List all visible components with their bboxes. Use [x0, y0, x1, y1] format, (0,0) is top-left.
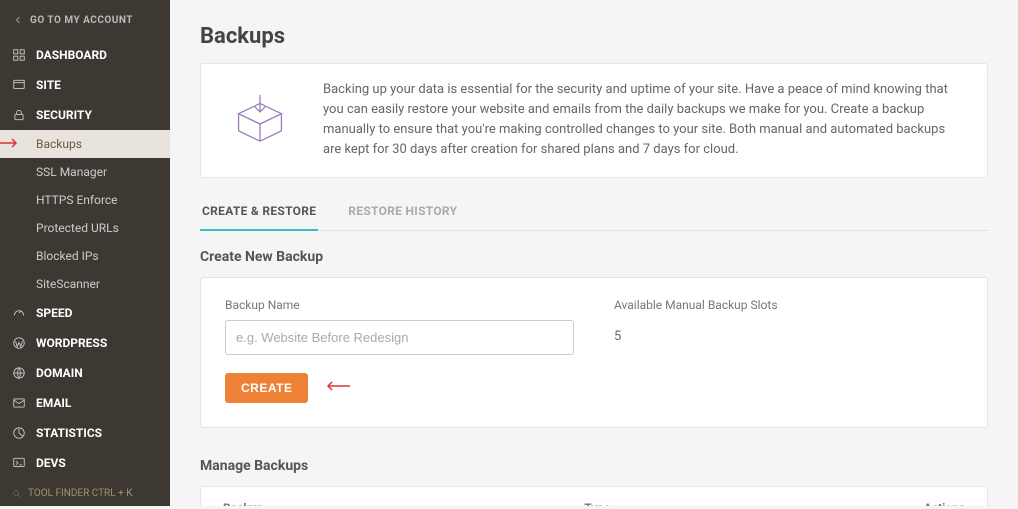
- nav-speed[interactable]: SPEED: [0, 298, 170, 328]
- subnav-label: HTTPS Enforce: [36, 193, 118, 207]
- intro-card: Backing up your data is essential for th…: [200, 63, 988, 178]
- intro-text: Backing up your data is essential for th…: [323, 80, 963, 161]
- nav-label: SECURITY: [36, 108, 92, 122]
- nav-domain[interactable]: DOMAIN: [0, 358, 170, 388]
- nav-devs[interactable]: DEVS: [0, 448, 170, 478]
- subnav-label: SSL Manager: [36, 165, 107, 179]
- subnav-label: Backups: [36, 137, 82, 151]
- tool-finder[interactable]: TOOL FINDER CTRL + K: [0, 478, 170, 509]
- nav-label: DASHBOARD: [36, 48, 107, 62]
- backup-name-label: Backup Name: [225, 298, 574, 312]
- nav-dashboard[interactable]: DASHBOARD: [0, 40, 170, 70]
- callout-arrow-icon: [320, 380, 350, 396]
- mail-icon: [12, 396, 26, 410]
- nav-label: STATISTICS: [36, 426, 102, 440]
- tabs: CREATE & RESTORE RESTORE HISTORY: [200, 194, 988, 231]
- subnav-protected-urls[interactable]: Protected URLs: [0, 214, 170, 242]
- nav-label: SPEED: [36, 306, 72, 320]
- lock-icon: [12, 108, 26, 122]
- subnav-sitescanner[interactable]: SiteScanner: [0, 270, 170, 298]
- dashboard-icon: [12, 48, 26, 62]
- create-button-label: CREATE: [241, 381, 292, 395]
- nav-statistics[interactable]: STATISTICS: [0, 418, 170, 448]
- gauge-icon: [12, 306, 26, 320]
- backups-table: Backup Type Actions 02/09/2020 NaN:16 Sy…: [200, 486, 988, 506]
- nav-label: EMAIL: [36, 396, 71, 410]
- backup-box-icon: [225, 88, 295, 152]
- subnav-ssl-manager[interactable]: SSL Manager: [0, 158, 170, 186]
- create-button[interactable]: CREATE: [225, 373, 308, 403]
- site-icon: [12, 78, 26, 92]
- nav-site[interactable]: SITE: [0, 70, 170, 100]
- tab-create-restore[interactable]: CREATE & RESTORE: [200, 194, 318, 230]
- nav-email[interactable]: EMAIL: [0, 388, 170, 418]
- create-card: Backup Name Available Manual Backup Slot…: [200, 277, 988, 428]
- chart-icon: [12, 426, 26, 440]
- subnav-https-enforce[interactable]: HTTPS Enforce: [0, 186, 170, 214]
- nav-label: DOMAIN: [36, 366, 83, 380]
- tool-finder-label: TOOL FINDER CTRL + K: [28, 488, 133, 499]
- subnav-label: SiteScanner: [36, 277, 100, 291]
- col-header-backup: Backup: [223, 501, 584, 506]
- page-title: Backups: [200, 24, 988, 49]
- nav-label: SITE: [36, 78, 61, 92]
- go-to-account-link[interactable]: GO TO MY ACCOUNT: [0, 0, 170, 40]
- tab-label: RESTORE HISTORY: [348, 204, 457, 218]
- slots-label: Available Manual Backup Slots: [614, 298, 963, 312]
- search-icon: [12, 489, 22, 499]
- subnav-blocked-ips[interactable]: Blocked IPs: [0, 242, 170, 270]
- tab-restore-history[interactable]: RESTORE HISTORY: [346, 194, 459, 230]
- slots-value: 5: [614, 320, 963, 344]
- arrow-left-icon: [12, 14, 24, 26]
- create-section-heading: Create New Backup: [200, 249, 988, 265]
- backup-name-input[interactable]: [225, 320, 574, 355]
- globe-icon: [12, 366, 26, 380]
- subnav-backups[interactable]: Backups: [0, 130, 170, 158]
- subnav-label: Blocked IPs: [36, 249, 99, 263]
- col-header-type: Type: [584, 501, 885, 506]
- callout-arrow-icon: [0, 137, 22, 151]
- go-to-account-label: GO TO MY ACCOUNT: [30, 15, 133, 26]
- terminal-icon: [12, 456, 26, 470]
- manage-section-heading: Manage Backups: [200, 458, 988, 474]
- nav-security[interactable]: SECURITY: [0, 100, 170, 130]
- wordpress-icon: [12, 336, 26, 350]
- tab-label: CREATE & RESTORE: [202, 204, 316, 218]
- nav-label: DEVS: [36, 456, 66, 470]
- subnav-label: Protected URLs: [36, 221, 119, 235]
- table-header: Backup Type Actions: [201, 487, 987, 506]
- col-header-actions: Actions: [885, 501, 965, 506]
- nav-wordpress[interactable]: WORDPRESS: [0, 328, 170, 358]
- nav-label: WORDPRESS: [36, 336, 107, 350]
